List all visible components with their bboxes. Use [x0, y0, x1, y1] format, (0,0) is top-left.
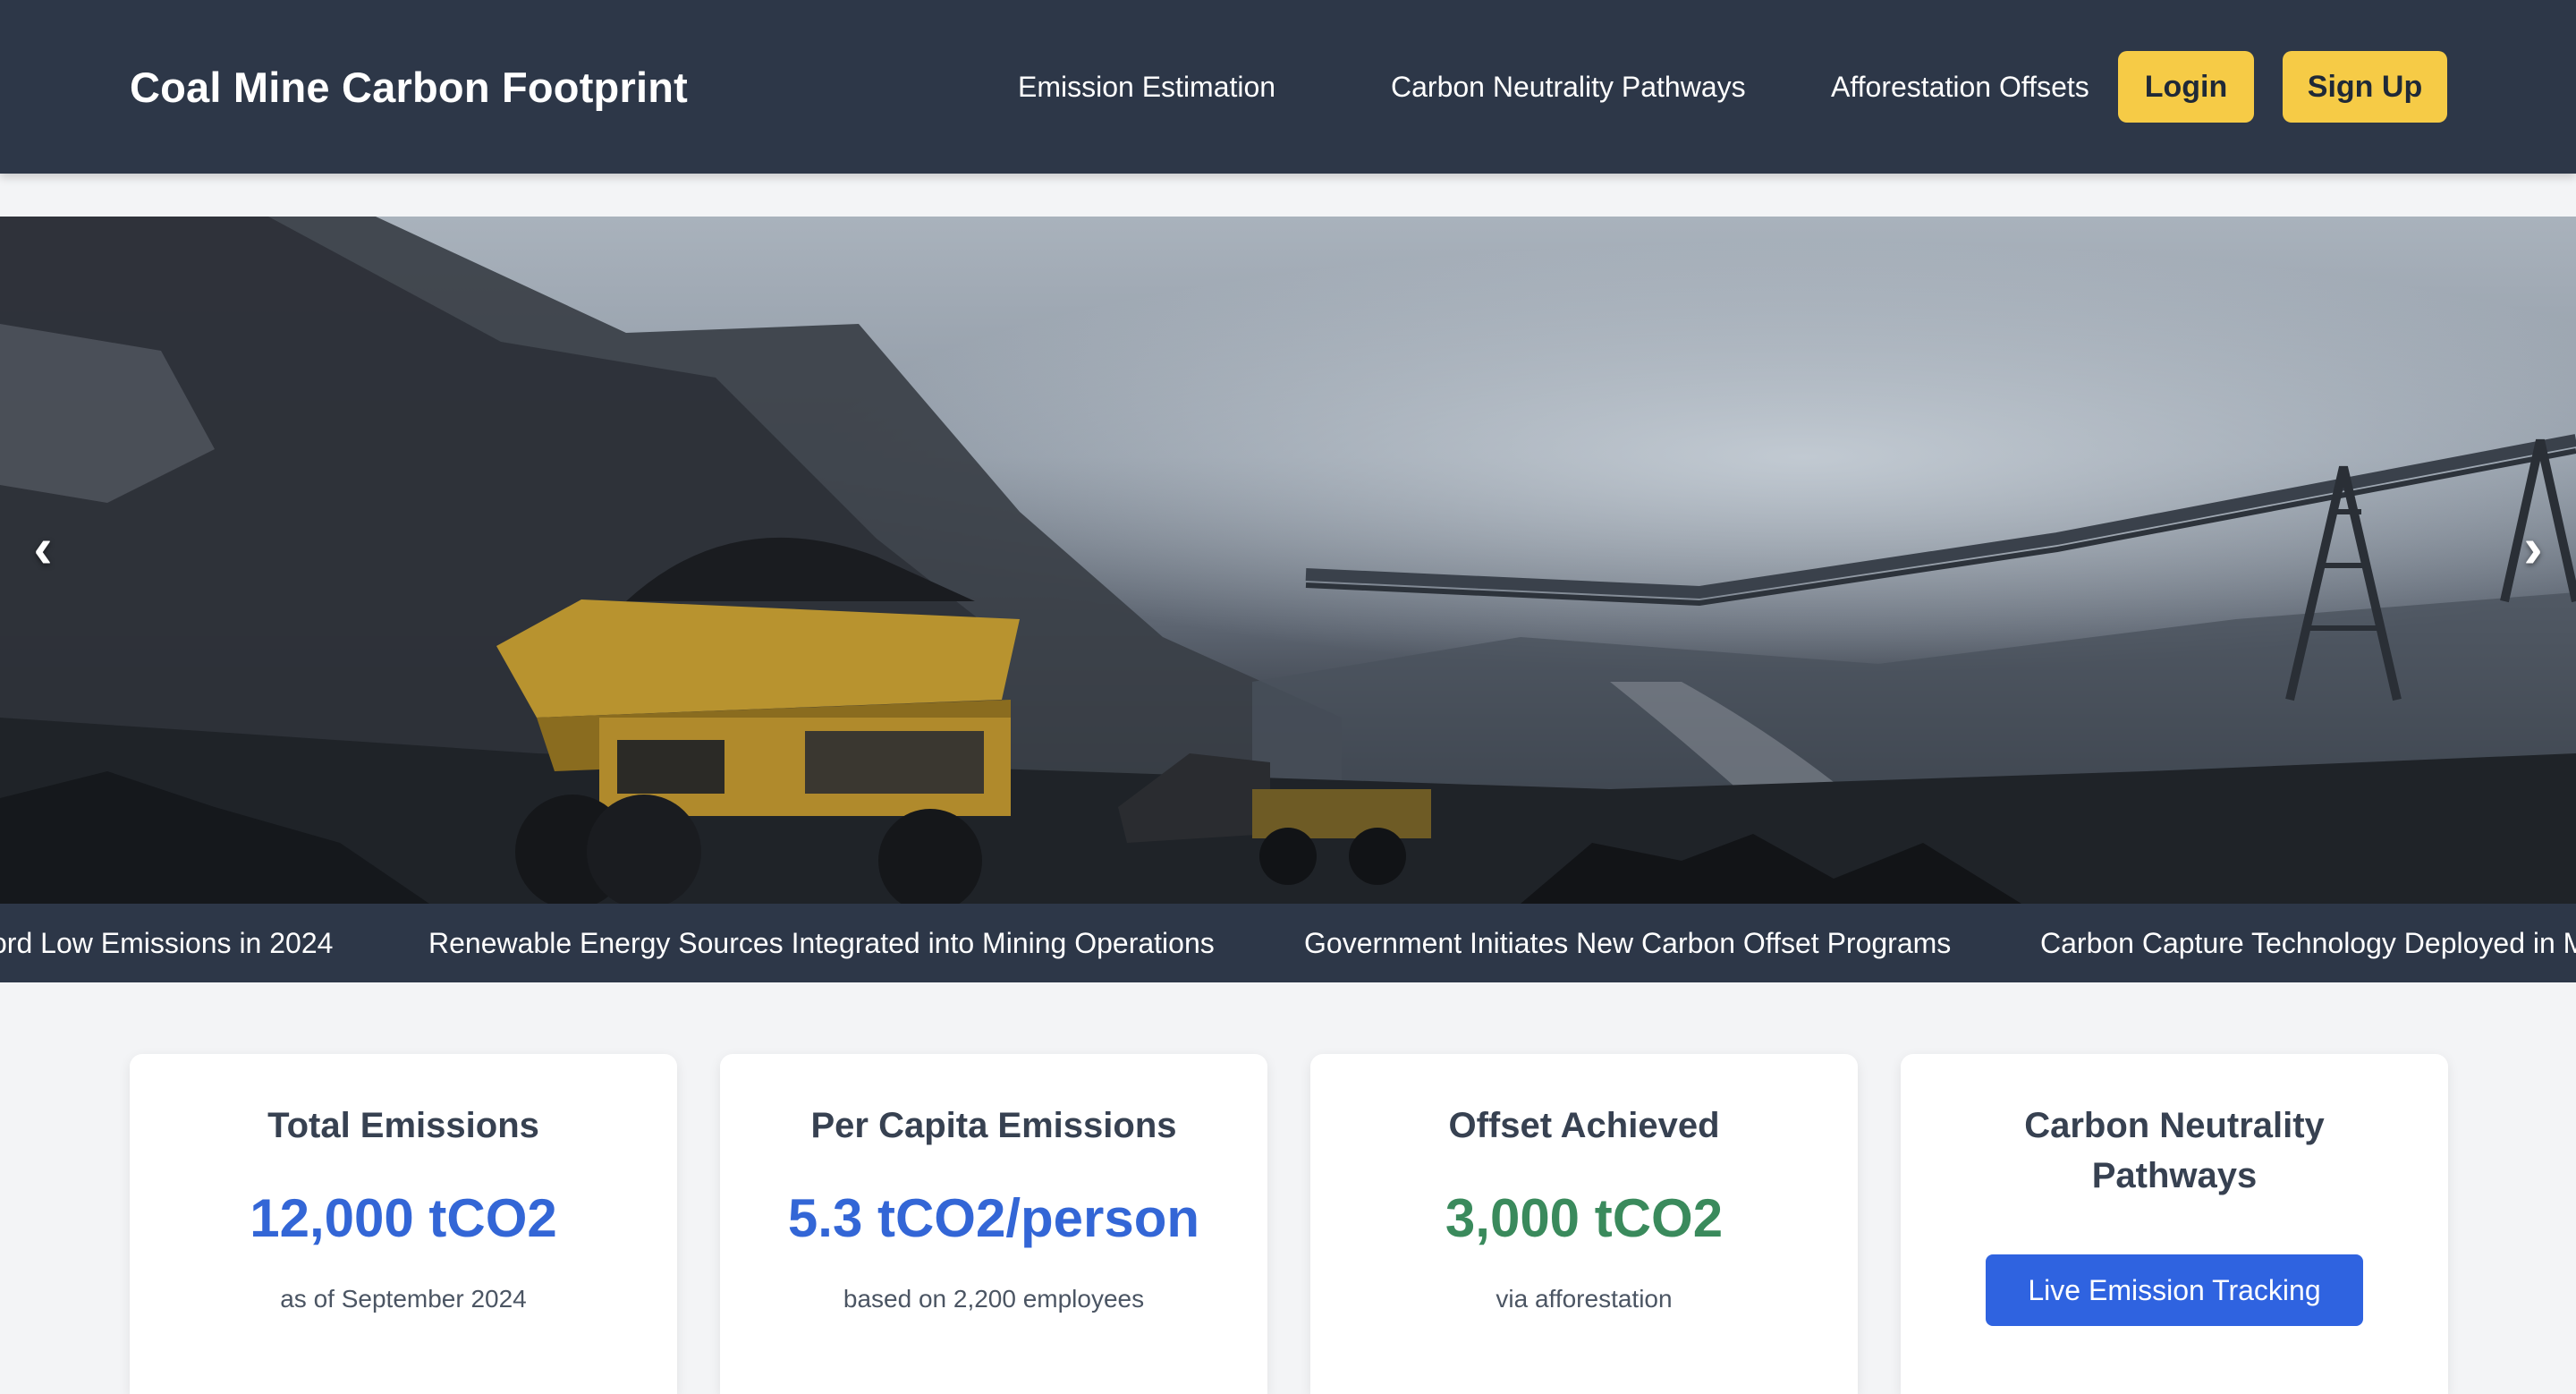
- nav-afforestation-offsets[interactable]: Afforestation Offsets: [1831, 0, 2089, 174]
- card-title-line: Carbon Neutrality: [2024, 1106, 2325, 1145]
- live-emission-tracking-button[interactable]: Live Emission Tracking: [1986, 1254, 2363, 1326]
- card-title: Total Emissions: [267, 1106, 539, 1145]
- card-subtitle: based on 2,200 employees: [843, 1285, 1145, 1313]
- news-ticker: ord Low Emissions in 2024 Renewable Ener…: [0, 904, 2576, 982]
- nav-carbon-neutrality-pathways[interactable]: Carbon Neutrality Pathways: [1391, 0, 1746, 174]
- ticker-item[interactable]: Government Initiates New Carbon Offset P…: [1304, 904, 1951, 982]
- login-button[interactable]: Login: [2118, 51, 2254, 123]
- card-title: Per Capita Emissions: [810, 1106, 1177, 1145]
- card-title-line: Pathways: [2091, 1156, 2258, 1195]
- carbon-neutrality-pathways-card: Carbon Neutrality Pathways Live Emission…: [1901, 1054, 2448, 1394]
- card-subtitle: as of September 2024: [280, 1285, 527, 1313]
- card-value: 3,000 tCO2: [1445, 1188, 1724, 1248]
- hero-carousel: ‹ ›: [0, 217, 2576, 904]
- card-subtitle: via afforestation: [1496, 1285, 1673, 1313]
- card-value: 5.3 tCO2/person: [787, 1188, 1200, 1248]
- total-emissions-card: Total Emissions 12,000 tCO2 as of Septem…: [130, 1054, 677, 1394]
- ticker-item[interactable]: Renewable Energy Sources Integrated into…: [428, 904, 1215, 982]
- offset-achieved-card: Offset Achieved 3,000 tCO2 via afforesta…: [1310, 1054, 1858, 1394]
- signup-button[interactable]: Sign Up: [2283, 51, 2447, 123]
- ticker-item[interactable]: ord Low Emissions in 2024: [0, 904, 333, 982]
- per-capita-emissions-card: Per Capita Emissions 5.3 tCO2/person bas…: [720, 1054, 1267, 1394]
- card-value: 12,000 tCO2: [250, 1188, 557, 1248]
- mine-scene-illustration: [0, 217, 2576, 904]
- top-navbar: Coal Mine Carbon Footprint Emission Esti…: [0, 0, 2576, 174]
- card-title: Offset Achieved: [1448, 1106, 1720, 1145]
- ticker-item[interactable]: Carbon Capture Technology Deployed in M: [2040, 904, 2576, 982]
- carousel-prev-icon[interactable]: ‹: [16, 519, 70, 576]
- nav-emission-estimation[interactable]: Emission Estimation: [1018, 0, 1275, 174]
- card-title: Carbon Neutrality Pathways: [1901, 1101, 2448, 1201]
- site-title[interactable]: Coal Mine Carbon Footprint: [130, 0, 688, 174]
- carousel-next-icon[interactable]: ›: [2506, 519, 2560, 576]
